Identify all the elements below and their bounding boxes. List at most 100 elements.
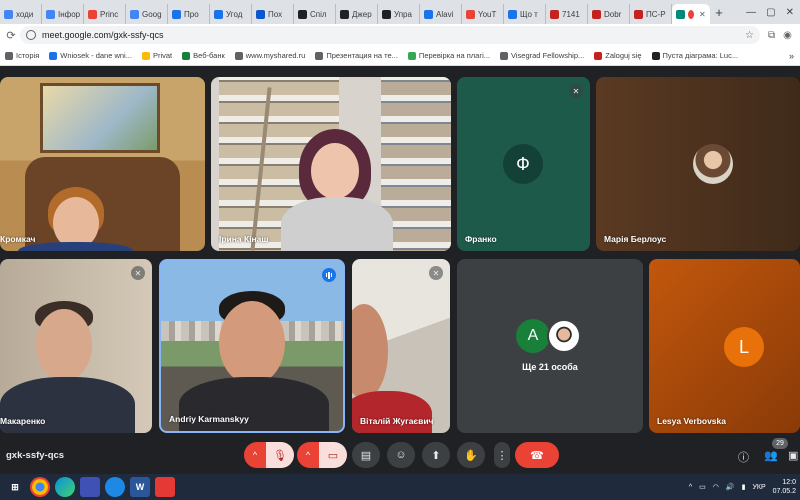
- recording-icon: [688, 9, 694, 19]
- bookmark-item[interactable]: Презентация на те...: [310, 51, 403, 60]
- tab-label: Інфор: [58, 9, 81, 19]
- maximize-icon[interactable]: ▢: [766, 7, 775, 18]
- people-icon[interactable]: 👥: [764, 449, 778, 462]
- more-options-button[interactable]: ⋮: [494, 442, 510, 468]
- windows-start-icon[interactable]: ⊞: [5, 477, 25, 497]
- tab-favicon-icon: [424, 9, 433, 19]
- participant-tile[interactable]: Ірина Кінаш: [211, 77, 451, 251]
- profile-icon[interactable]: ◉: [783, 30, 792, 41]
- browser-tab[interactable]: Princ: [84, 4, 126, 24]
- tab-label: Угод: [226, 9, 243, 19]
- present-button[interactable]: ⬆: [422, 442, 450, 468]
- volume-icon[interactable]: 🔊: [726, 483, 735, 491]
- bookmarks-bar: Історія Wniosek - dane wni... Privat Веб-ба…: [0, 46, 800, 66]
- bookmark-item[interactable]: www.myshared.ru: [230, 51, 311, 60]
- bookmarks-more-button[interactable]: »: [783, 51, 800, 61]
- new-tab-button[interactable]: +: [710, 5, 728, 20]
- wifi-icon[interactable]: ◠: [713, 483, 719, 491]
- browser-tab[interactable]: 7141: [546, 4, 588, 24]
- bookmark-item[interactable]: Історія: [0, 51, 44, 60]
- participant-avatar: A: [516, 319, 550, 353]
- captions-button[interactable]: ▤: [352, 442, 380, 468]
- chrome-taskbar-icon[interactable]: [30, 477, 50, 497]
- browser-tab[interactable]: ПС-Р: [630, 4, 672, 24]
- browser-tab-active[interactable]: ✕: [672, 4, 710, 24]
- participant-name: Кромкач: [0, 234, 36, 244]
- participant-tile[interactable]: ✕ Ф Франко: [457, 77, 590, 251]
- participant-tile[interactable]: ✕ Віталій Жугаєвич: [352, 259, 450, 433]
- browser-tab[interactable]: Пох: [252, 4, 294, 24]
- edge-taskbar-icon[interactable]: [55, 477, 75, 497]
- browser-tab[interactable]: Goog: [126, 4, 168, 24]
- extensions-icon[interactable]: ⧉: [768, 30, 775, 41]
- address-bar[interactable]: meet.google.com/gxk-ssfy-qcs ☆: [20, 26, 760, 44]
- browser-toolbar: ⟳ meet.google.com/gxk-ssfy-qcs ☆ ⧉ ◉: [0, 24, 800, 46]
- tab-favicon-icon: [172, 9, 181, 19]
- close-window-icon[interactable]: ✕: [786, 7, 794, 18]
- bookmark-item[interactable]: Wniosek - dane wni...: [44, 51, 137, 60]
- more-vert-icon: ⋮: [496, 449, 508, 462]
- tab-label: Princ: [100, 9, 119, 19]
- video-options-button[interactable]: ^: [297, 442, 319, 468]
- participant-name: Марія Берлоус: [604, 234, 667, 244]
- others-count-label: Ще 21 особа: [522, 362, 578, 372]
- others-tile[interactable]: A Ще 21 особа: [457, 259, 643, 433]
- tab-label: Джер: [352, 9, 372, 19]
- browser-tab[interactable]: Інфор: [42, 4, 84, 24]
- face: [352, 304, 388, 399]
- browser-tab[interactable]: Спіл: [294, 4, 336, 24]
- participant-tile[interactable]: L Lesya Verbovska: [649, 259, 800, 433]
- clock[interactable]: 12:0 07.05.2: [773, 478, 796, 496]
- reload-icon[interactable]: ⟳: [2, 29, 20, 42]
- bookmark-item[interactable]: Веб-банк: [177, 51, 230, 60]
- leave-call-button[interactable]: ☎: [515, 442, 559, 468]
- tab-favicon-icon: [466, 9, 475, 19]
- browser-tab[interactable]: Що т: [504, 4, 546, 24]
- browser-tab[interactable]: Dobr: [588, 4, 630, 24]
- browser-tab[interactable]: Угод: [210, 4, 252, 24]
- audio-options-button[interactable]: ^: [244, 442, 266, 468]
- bookmark-star-icon[interactable]: ☆: [745, 30, 754, 41]
- participant-tile[interactable]: Марія Берлоус: [596, 77, 800, 251]
- bookmark-label: Презентация на те...: [326, 51, 398, 60]
- participant-tile[interactable]: ✕ Макаренко: [0, 259, 152, 433]
- participant-tile[interactable]: Кромкач: [0, 77, 205, 251]
- bookmark-item[interactable]: Пуста діаграма: Luc...: [647, 51, 744, 60]
- info-icon[interactable]: ⓘ: [738, 449, 749, 465]
- bookmark-item[interactable]: Privat: [137, 51, 177, 60]
- url-text[interactable]: meet.google.com/gxk-ssfy-qcs: [42, 30, 164, 40]
- bookmark-item[interactable]: Visegrad Fellowship...: [495, 51, 589, 60]
- shirt: [352, 391, 432, 433]
- app-taskbar-icon[interactable]: [105, 477, 125, 497]
- site-info-icon[interactable]: [26, 30, 36, 40]
- pdf-taskbar-icon[interactable]: [155, 477, 175, 497]
- app-taskbar-icon[interactable]: [80, 477, 100, 497]
- battery-icon[interactable]: ▮: [742, 483, 746, 491]
- browser-tab[interactable]: Джер: [336, 4, 378, 24]
- bookmark-item[interactable]: Перевірка на плагі...: [403, 51, 495, 60]
- clock-time: 12:0: [782, 479, 796, 486]
- word-taskbar-icon[interactable]: W: [130, 477, 150, 497]
- chat-icon[interactable]: ▣: [788, 449, 798, 462]
- browser-tab[interactable]: Alavi: [420, 4, 462, 24]
- input-language[interactable]: УКР: [752, 484, 765, 491]
- chevron-up-icon[interactable]: ^: [689, 484, 692, 491]
- mic-toggle-button[interactable]: 🎙: [266, 442, 294, 468]
- bookmark-item[interactable]: Zaloguj się: [589, 51, 646, 60]
- bookmark-favicon-icon: [594, 51, 603, 60]
- reactions-button[interactable]: ☺: [387, 442, 415, 468]
- system-tray: ^ ▭ ◠ 🔊 ▮ УКР 12:0 07.05.2: [689, 478, 800, 496]
- tab-label: Goog: [142, 9, 162, 19]
- minimize-icon[interactable]: —: [746, 7, 756, 18]
- browser-tab[interactable]: YouT: [462, 4, 504, 24]
- browser-tab[interactable]: Про: [168, 4, 210, 24]
- raise-hand-button[interactable]: ✋: [457, 442, 485, 468]
- face: [311, 143, 359, 199]
- bookmark-favicon-icon: [315, 51, 324, 60]
- participant-tile[interactable]: Andriy Karmanskyy: [159, 259, 345, 433]
- camera-toggle-button[interactable]: ▭: [319, 442, 347, 468]
- browser-tab[interactable]: Упра: [378, 4, 420, 24]
- close-tab-icon[interactable]: ✕: [699, 10, 706, 19]
- browser-tab[interactable]: ходи: [0, 4, 42, 24]
- network-icon[interactable]: ▭: [699, 483, 706, 491]
